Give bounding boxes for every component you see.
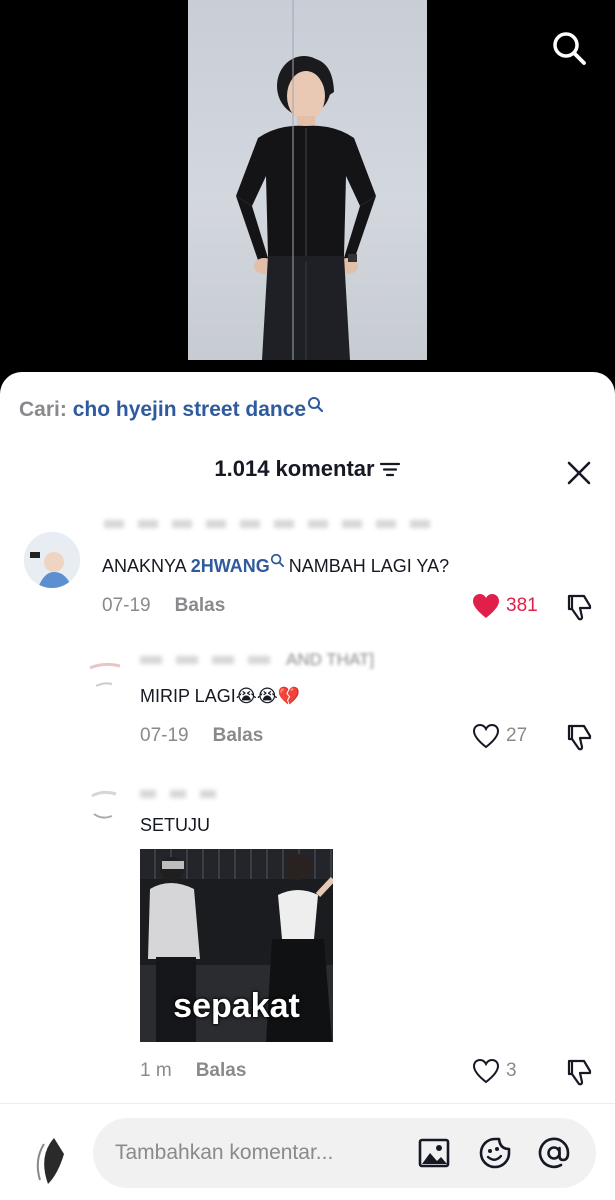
comment-username[interactable]: AND THAT] bbox=[286, 650, 374, 670]
reply-button[interactable]: Balas bbox=[196, 1060, 247, 1081]
username-blur bbox=[104, 520, 434, 528]
comment-count: 1.014 komentar bbox=[214, 456, 375, 481]
image-icon[interactable] bbox=[417, 1136, 451, 1170]
mention-icon[interactable] bbox=[537, 1136, 571, 1170]
reply-button[interactable]: Balas bbox=[213, 725, 264, 746]
like-count: 27 bbox=[506, 725, 528, 746]
comment-text: ANAKNYA 2HWANG NAMBAH LAGI YA? bbox=[102, 553, 449, 577]
my-avatar[interactable] bbox=[24, 1134, 78, 1188]
close-icon[interactable] bbox=[565, 459, 593, 487]
avatar[interactable] bbox=[24, 532, 80, 588]
comment-input[interactable] bbox=[115, 1136, 405, 1170]
video-frame bbox=[188, 0, 427, 360]
search-icon[interactable] bbox=[549, 28, 589, 68]
like-count: 3 bbox=[506, 1060, 517, 1081]
dislike-icon[interactable] bbox=[564, 592, 594, 622]
like-button[interactable]: 3 bbox=[472, 1056, 562, 1086]
avatar[interactable] bbox=[86, 656, 126, 696]
like-button[interactable]: 27 bbox=[472, 721, 562, 751]
emoji-icon[interactable] bbox=[478, 1136, 512, 1170]
comment-count-header: 1.014 komentar bbox=[0, 456, 615, 492]
comment-meta: 1 m Balas bbox=[140, 1060, 246, 1082]
mention-link[interactable]: 2HWANG bbox=[191, 556, 270, 576]
dislike-icon[interactable] bbox=[564, 1057, 594, 1087]
video-player[interactable] bbox=[0, 0, 615, 400]
username-blur bbox=[140, 790, 230, 798]
search-suggestion[interactable]: Cari: cho hyejin street dance bbox=[19, 397, 324, 422]
heart-filled-icon bbox=[473, 594, 499, 618]
comment-date: 07-19 bbox=[102, 595, 151, 616]
like-count: 381 bbox=[506, 595, 538, 616]
search-icon bbox=[270, 553, 284, 568]
heart-outline-icon bbox=[472, 723, 500, 749]
search-icon bbox=[308, 397, 324, 412]
comment-date: 1 m bbox=[140, 1060, 172, 1081]
search-query-link[interactable]: cho hyejin street dance bbox=[73, 398, 306, 421]
comment-composer bbox=[0, 1103, 615, 1200]
search-label: Cari: bbox=[19, 398, 67, 421]
reply-button[interactable]: Balas bbox=[175, 595, 226, 616]
heart-outline-icon bbox=[472, 1058, 500, 1084]
dislike-icon[interactable] bbox=[564, 722, 594, 752]
sort-icon[interactable] bbox=[379, 459, 401, 479]
comment-text: SETUJU bbox=[140, 815, 211, 835]
comment-text: MIRIP LAGI😭😭💔 bbox=[140, 686, 301, 706]
comment-meta: 07-19 Balas bbox=[102, 595, 225, 617]
comment-meta: 07-19 Balas bbox=[140, 725, 263, 747]
comment-input-container[interactable] bbox=[93, 1118, 596, 1188]
username-blur bbox=[140, 656, 280, 664]
gif-caption: sepakat bbox=[173, 987, 300, 1025]
video-person-image bbox=[236, 56, 376, 360]
gif-sticker[interactable]: sepakat bbox=[140, 849, 333, 1042]
comment-date: 07-19 bbox=[140, 725, 189, 746]
like-button[interactable]: 381 bbox=[472, 591, 562, 621]
avatar[interactable] bbox=[86, 786, 126, 826]
